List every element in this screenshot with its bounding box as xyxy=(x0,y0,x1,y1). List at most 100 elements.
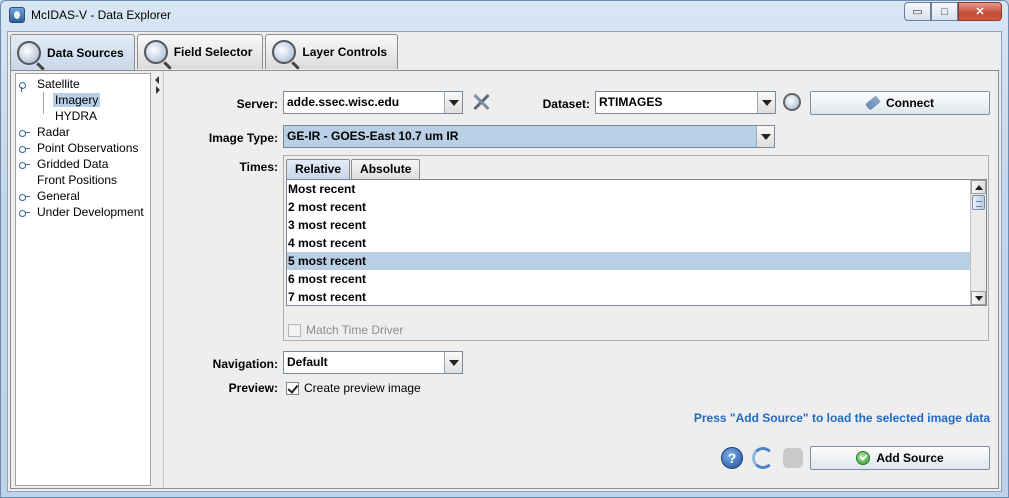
list-item[interactable]: 3 most recent xyxy=(287,216,972,234)
tab-field-selector[interactable]: Field Selector xyxy=(136,34,264,69)
manage-servers-wrench-icon[interactable] xyxy=(470,91,492,113)
tab-absolute[interactable]: Absolute xyxy=(351,159,421,179)
tree-item-front-positions[interactable]: Front Positions xyxy=(16,172,150,188)
create-preview-row[interactable]: Create preview image xyxy=(286,381,421,395)
tree-item-label: Satellite xyxy=(37,77,80,91)
mcidas-app-icon xyxy=(9,7,25,23)
tab-layer-controls[interactable]: Layer Controls xyxy=(265,34,399,69)
tree-item-label: Front Positions xyxy=(37,173,118,187)
data-source-tree[interactable]: Satellite Imagery HYDRA Radar Point Obse… xyxy=(15,73,151,486)
preview-label: Preview: xyxy=(228,381,278,395)
chevron-down-icon[interactable] xyxy=(756,126,774,147)
chevron-down-icon[interactable] xyxy=(757,92,775,113)
relative-times-list[interactable]: Most recent 2 most recent 3 most recent … xyxy=(286,179,987,306)
navigation-label: Navigation: xyxy=(212,357,278,371)
match-time-driver-label: Match Time Driver xyxy=(306,323,404,337)
tree-item-label: Point Observations xyxy=(37,141,139,155)
add-source-button[interactable]: Add Source xyxy=(810,446,990,470)
tree-item-general[interactable]: General xyxy=(16,188,150,204)
tree-item-radar[interactable]: Radar xyxy=(16,124,150,140)
tab-data-sources[interactable]: Data Sources xyxy=(10,34,135,71)
tree-item-under-development[interactable]: Under Development xyxy=(16,204,150,220)
window-title: McIDAS-V - Data Explorer xyxy=(31,8,172,22)
tree-collapsed-icon[interactable] xyxy=(19,144,30,153)
stop-icon xyxy=(783,448,803,468)
minimize-button[interactable]: ▭ xyxy=(904,2,931,21)
navigation-value: Default xyxy=(287,355,328,369)
scroll-up-arrow-icon[interactable] xyxy=(971,180,986,194)
scrollbar-thumb[interactable] xyxy=(972,195,985,210)
create-preview-checkbox[interactable] xyxy=(286,381,299,395)
match-time-driver-row: Match Time Driver xyxy=(288,323,403,337)
main-tab-bar: Data Sources Field Selector Layer Contro… xyxy=(10,34,400,71)
dataset-value: RTIMAGES xyxy=(599,95,663,109)
tree-item-gridded-data[interactable]: Gridded Data xyxy=(16,156,150,172)
tree-collapsed-icon[interactable] xyxy=(19,192,30,201)
maximize-button[interactable]: □ xyxy=(931,2,958,21)
collapse-left-icon[interactable] xyxy=(155,76,159,84)
tree-collapsed-icon[interactable] xyxy=(19,208,30,217)
list-item[interactable]: 2 most recent xyxy=(287,198,972,216)
server-label: Server: xyxy=(236,97,278,111)
tree-item-label: Under Development xyxy=(37,205,144,219)
times-panel: Relative Absolute Most recent 2 most rec… xyxy=(283,155,989,341)
tab-data-sources-label: Data Sources xyxy=(47,46,124,60)
image-type-combobox[interactable]: GE-IR - GOES-East 10.7 um IR xyxy=(283,125,775,148)
tree-collapsed-icon[interactable] xyxy=(19,128,30,137)
dataset-combobox[interactable]: RTIMAGES xyxy=(595,91,776,114)
tree-item-satellite[interactable]: Satellite xyxy=(16,76,150,92)
data-sources-panel: Satellite Imagery HYDRA Radar Point Obse… xyxy=(10,70,999,489)
help-icon[interactable]: ? xyxy=(721,447,743,469)
tab-field-selector-label: Field Selector xyxy=(173,45,253,59)
title-bar[interactable]: McIDAS-V - Data Explorer ▭ □ ✕ xyxy=(1,1,1008,29)
expand-right-icon[interactable] xyxy=(156,86,160,94)
tree-item-imagery[interactable]: Imagery xyxy=(16,92,150,108)
tree-item-label: HYDRA xyxy=(55,109,98,123)
tree-expanded-icon[interactable] xyxy=(19,80,28,92)
window-controls: ▭ □ ✕ xyxy=(904,2,1002,21)
tree-item-point-observations[interactable]: Point Observations xyxy=(16,140,150,156)
imagery-chooser-form: Server: adde.ssec.wisc.edu Dataset: RTIM… xyxy=(163,71,998,488)
dataset-label: Dataset: xyxy=(542,97,590,111)
field-selector-icon xyxy=(143,40,168,64)
tree-item-label: Radar xyxy=(37,125,70,139)
image-type-label: Image Type: xyxy=(208,131,278,145)
data-explorer-window: McIDAS-V - Data Explorer ▭ □ ✕ Data Sour… xyxy=(0,0,1009,498)
refresh-icon[interactable] xyxy=(752,447,774,469)
tree-collapsed-icon[interactable] xyxy=(19,160,30,169)
times-tab-bar: Relative Absolute xyxy=(286,159,421,179)
tree-item-hydra[interactable]: HYDRA xyxy=(16,108,150,124)
list-item-selected[interactable]: 5 most recent xyxy=(287,252,972,270)
add-source-hint: Press "Add Source" to load the selected … xyxy=(693,411,990,425)
connect-button-label: Connect xyxy=(886,96,934,110)
server-combobox[interactable]: adde.ssec.wisc.edu xyxy=(283,91,463,114)
tab-layer-controls-label: Layer Controls xyxy=(302,45,388,59)
scroll-down-arrow-icon[interactable] xyxy=(971,291,986,305)
tree-item-label: Imagery xyxy=(53,93,101,107)
dataset-search-icon[interactable] xyxy=(783,93,801,111)
list-item[interactable]: Most recent xyxy=(287,180,972,198)
list-item[interactable]: 6 most recent xyxy=(287,270,972,288)
image-type-value: GE-IR - GOES-East 10.7 um IR xyxy=(284,126,756,147)
times-list-scrollbar[interactable] xyxy=(970,180,986,305)
tab-relative[interactable]: Relative xyxy=(286,159,351,179)
close-button[interactable]: ✕ xyxy=(958,2,1002,21)
split-pane-divider[interactable] xyxy=(154,73,162,486)
layer-controls-icon xyxy=(272,40,297,64)
tree-item-label: Gridded Data xyxy=(37,157,109,171)
chevron-down-icon[interactable] xyxy=(444,92,462,113)
times-label: Times: xyxy=(239,160,278,174)
plug-icon xyxy=(865,95,881,111)
tree-item-label: General xyxy=(37,189,80,203)
server-value: adde.ssec.wisc.edu xyxy=(287,95,400,109)
checkmark-icon xyxy=(856,451,871,465)
list-item[interactable]: 7 most recent xyxy=(287,288,972,305)
list-item[interactable]: 4 most recent xyxy=(287,234,972,252)
chevron-down-icon[interactable] xyxy=(444,352,462,373)
navigation-combobox[interactable]: Default xyxy=(283,351,463,374)
data-sources-icon xyxy=(17,41,41,65)
create-preview-label: Create preview image xyxy=(304,381,421,395)
connect-button[interactable]: Connect xyxy=(810,91,990,115)
explorer-content: Data Sources Field Selector Layer Contro… xyxy=(7,31,1002,492)
match-time-driver-checkbox xyxy=(288,323,301,337)
